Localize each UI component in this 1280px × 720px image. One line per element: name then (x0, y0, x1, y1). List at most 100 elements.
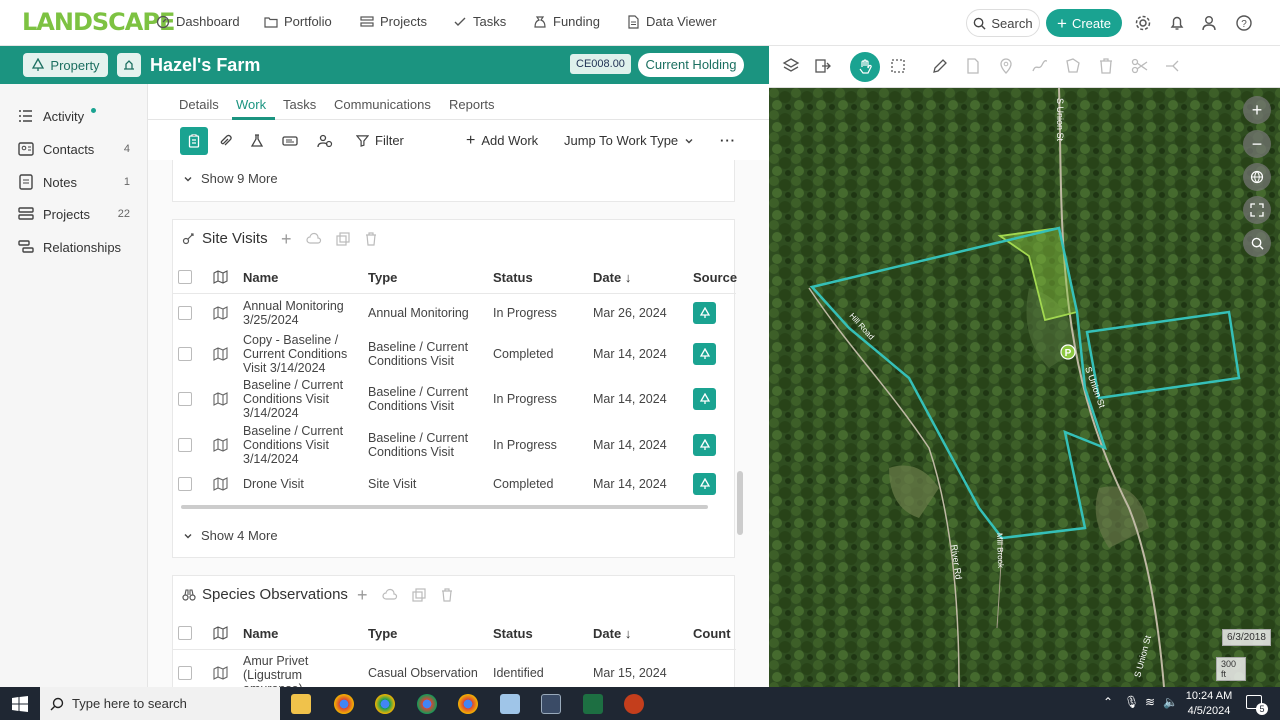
clipboard-icon[interactable] (180, 127, 208, 155)
trash-icon[interactable] (440, 588, 454, 602)
ticket-icon[interactable] (276, 127, 304, 155)
nav-funding[interactable]: Funding (533, 14, 600, 29)
row-checkbox[interactable] (178, 438, 192, 452)
row-name[interactable]: Baseline / Current Conditions Visit 3/14… (243, 424, 355, 466)
wifi-icon[interactable]: ≋ (1145, 695, 1155, 709)
table-row[interactable]: Baseline / Current Conditions Visit 3/14… (173, 376, 736, 421)
create-button[interactable]: + Create (1046, 9, 1122, 37)
table-row[interactable]: Amur Privet (Ligustrum amurense) Casual … (173, 650, 736, 687)
col-date[interactable]: Date ↓ (593, 626, 631, 641)
cloud-upload-icon[interactable] (381, 588, 398, 602)
scissors-icon[interactable] (1131, 57, 1149, 75)
sidebar-item-activity[interactable]: Activity (18, 108, 130, 124)
excel-icon[interactable] (583, 694, 603, 714)
delete-shape-icon[interactable] (1097, 57, 1115, 75)
search-button[interactable]: Search (966, 9, 1040, 37)
map-canvas[interactable]: P S Union St S Union St S Union St River… (769, 88, 1280, 687)
more-options-icon[interactable]: ··· (720, 133, 736, 148)
edit-icon[interactable] (931, 57, 949, 75)
row-checkbox[interactable] (178, 392, 192, 406)
filter-button[interactable]: Filter (356, 133, 404, 148)
volume-icon[interactable]: 🔈 (1163, 695, 1178, 709)
tab-tasks[interactable]: Tasks (283, 97, 316, 112)
microphone-icon[interactable]: 🎙 (1124, 695, 1139, 709)
table-row[interactable]: Annual Monitoring 3/25/2024 Annual Monito… (173, 295, 736, 331)
zoom-out-button[interactable]: − (1243, 130, 1271, 158)
chrome-icon[interactable] (417, 694, 437, 714)
horizontal-scrollbar[interactable] (181, 505, 708, 509)
map-icon[interactable] (213, 477, 228, 491)
col-source[interactable]: Source (693, 270, 737, 285)
file-explorer-icon[interactable] (291, 694, 311, 714)
chrome-icon[interactable] (458, 694, 478, 714)
bell-icon[interactable] (1168, 14, 1186, 32)
fit-extent-icon[interactable] (1243, 196, 1271, 224)
property-status-badge[interactable]: Current Holding (638, 53, 744, 77)
pin-icon[interactable] (997, 57, 1015, 75)
export-icon[interactable] (814, 57, 832, 75)
row-name[interactable]: Copy - Baseline / Current Conditions Vis… (243, 333, 355, 375)
chrome-icon[interactable] (334, 694, 354, 714)
show-more-site-visits[interactable]: Show 4 More (183, 528, 278, 543)
assign-user-icon[interactable] (311, 127, 339, 155)
nav-projects[interactable]: Projects (360, 14, 427, 29)
sidebar-item-notes[interactable]: Notes 1 (18, 174, 130, 190)
draw-line-icon[interactable] (1031, 57, 1049, 75)
taskbar-search[interactable]: Type here to search (40, 687, 280, 720)
nav-data-viewer[interactable]: Data Viewer (626, 14, 717, 29)
col-status[interactable]: Status (493, 626, 533, 641)
windows-start-icon[interactable] (12, 696, 28, 712)
table-row[interactable]: Drone Visit Site Visit Completed Mar 14, 20… (173, 467, 736, 501)
property-type-button[interactable]: Property (23, 53, 108, 77)
add-document-icon[interactable] (964, 57, 982, 75)
add-icon[interactable]: + (281, 230, 292, 248)
sidebar-item-relationships[interactable]: Relationships (18, 239, 130, 255)
map-icon[interactable] (213, 347, 228, 361)
row-name[interactable]: Amur Privet (Ligustrum amurense) (243, 654, 353, 687)
map-icon[interactable] (213, 392, 228, 406)
select-all-checkbox[interactable] (178, 270, 192, 284)
col-status[interactable]: Status (493, 270, 533, 285)
source-button[interactable] (693, 343, 716, 365)
table-row[interactable]: Baseline / Current Conditions Visit 3/14… (173, 422, 736, 467)
source-button[interactable] (693, 388, 716, 410)
copy-icon[interactable] (335, 232, 350, 246)
row-checkbox[interactable] (178, 347, 192, 361)
source-button[interactable] (693, 302, 716, 324)
cloud-upload-icon[interactable] (305, 232, 322, 246)
app-logo[interactable]: LANDSCAPE (22, 8, 175, 36)
nav-portfolio[interactable]: Portfolio (264, 14, 332, 29)
add-work-button[interactable]: + Add Work (466, 132, 538, 148)
map-search-icon[interactable] (1243, 229, 1271, 257)
row-name[interactable]: Drone Visit (243, 477, 355, 491)
map-icon[interactable] (213, 306, 228, 320)
show-more-top[interactable]: Show 9 More (183, 171, 278, 186)
col-name[interactable]: Name (243, 626, 278, 641)
row-checkbox[interactable] (178, 477, 192, 491)
add-icon[interactable]: + (357, 586, 368, 604)
nav-tasks[interactable]: Tasks (453, 14, 506, 29)
flask-icon[interactable] (243, 127, 271, 155)
tab-details[interactable]: Details (179, 97, 219, 112)
row-checkbox[interactable] (178, 666, 192, 680)
chevron-up-icon[interactable]: ⌃ (1103, 695, 1113, 709)
row-name[interactable]: Annual Monitoring 3/25/2024 (243, 299, 355, 327)
powerpoint-icon[interactable] (624, 694, 644, 714)
user-icon[interactable] (1200, 14, 1218, 32)
select-all-checkbox[interactable] (178, 626, 192, 640)
source-button[interactable] (693, 473, 716, 495)
paperclip-icon[interactable] (211, 127, 239, 155)
draw-polygon-icon[interactable] (1064, 57, 1082, 75)
col-name[interactable]: Name (243, 270, 278, 285)
vertical-scrollbar[interactable] (737, 471, 743, 535)
nav-dashboard[interactable]: Dashboard (156, 14, 240, 29)
col-type[interactable]: Type (368, 270, 397, 285)
sidebar-item-projects[interactable]: Projects 22 (18, 206, 130, 222)
notepad-icon[interactable] (500, 694, 520, 714)
col-count[interactable]: Count (693, 626, 731, 641)
globe-icon[interactable] (1243, 163, 1271, 191)
sidebar-item-contacts[interactable]: Contacts 4 (18, 141, 130, 157)
gear-icon[interactable] (1134, 14, 1152, 32)
help-icon[interactable]: ? (1235, 14, 1253, 32)
split-icon[interactable] (1164, 57, 1182, 75)
